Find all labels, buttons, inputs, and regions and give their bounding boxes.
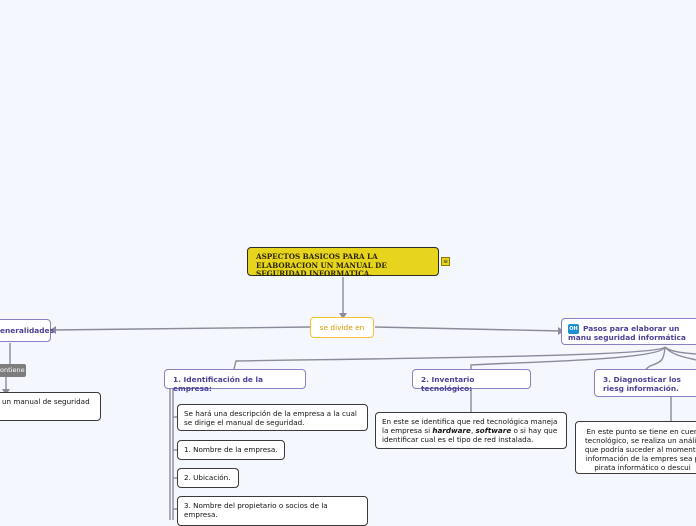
step1-item-text: Se hará una descripción de la empresa a … [184,409,357,427]
relation-tag[interactable]: ontiene [0,364,26,377]
topic-generalidades-label: eneralidades [0,326,54,335]
edge-connector-left [51,326,311,331]
note-icon[interactable]: ≡ [441,257,450,266]
edge-right-step2 [470,346,666,369]
edge-connector-right [374,326,563,332]
step-2-label: 2. Inventario tecnológico: [421,375,475,393]
step3-detail[interactable]: En este punto se tiene en cuen tecnológi… [575,421,696,474]
step1-item-propietario[interactable]: 3. Nombre del propietario o socios de la… [177,496,368,526]
topic-pasos[interactable]: OH Pasos para elaborar un manu seguridad … [561,318,696,345]
step2-hardware: hardware [432,426,471,435]
root-topic[interactable]: ASPECTOS BASICOS PARA LA ELABORACION UN … [247,247,439,279]
step-3[interactable]: 3. Diagnosticar los riesg información. [594,369,696,397]
relation-tag-label: ontiene [0,366,25,374]
step1-item-text: 3. Nombre del propietario o socios de la… [184,501,328,519]
note-manual[interactable]: un manual de seguridad [0,392,101,421]
step2-detail[interactable]: En este se identifica que red tecnológic… [375,412,567,449]
step2-software: software [475,426,512,435]
step1-item-text: 2. Ubicación. [184,473,231,482]
note-manual-text: un manual de seguridad [2,397,90,406]
root-topic-label: ASPECTOS BASICOS PARA LA ELABORACION UN … [256,252,387,279]
step-3-label: 3. Diagnosticar los riesg información. [603,375,681,393]
step3-detail-text: En este punto se tiene en cuen tecnológi… [584,427,696,472]
topic-pasos-label: Pasos para elaborar un manu seguridad in… [568,324,686,342]
step1-item-description[interactable]: Se hará una descripción de la empresa a … [177,404,368,431]
step1-item-text: 1. Nombre de la empresa. [184,445,278,454]
connector-label[interactable]: se divide en [310,317,374,338]
connector-text: se divide en [319,323,365,332]
step-1[interactable]: 1. Identificación de la empresa: [164,369,306,393]
step1-item-ubicacion[interactable]: 2. Ubicación. [177,468,239,488]
topic-generalidades[interactable]: eneralidades [0,319,54,342]
edge-right-step1 [233,346,666,370]
step-2[interactable]: 2. Inventario tecnológico: [412,369,531,393]
step1-item-nombre[interactable]: 1. Nombre de la empresa. [177,440,285,460]
